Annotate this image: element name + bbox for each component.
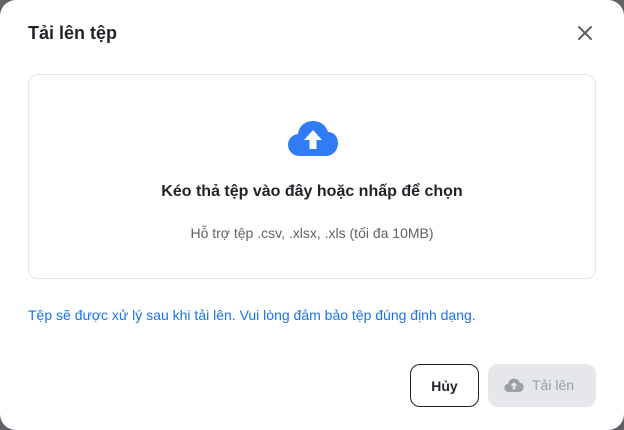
upload-button-label: Tải lên [532, 377, 575, 393]
file-dropzone[interactable]: Kéo thả tệp vào đây hoặc nhấp để chọn Hỗ… [28, 74, 596, 279]
processing-note: Tệp sẽ được xử lý sau khi tải lên. Vui l… [28, 307, 476, 323]
upload-dialog: Tải lên tệp Kéo thả tệp vào đây hoặc nhấ… [0, 0, 624, 430]
cancel-button[interactable]: Hủy [410, 364, 479, 407]
dropzone-title: Kéo thả tệp vào đây hoặc nhấp để chọn [161, 183, 463, 200]
close-button[interactable] [574, 22, 596, 44]
dialog-title: Tải lên tệp [28, 23, 118, 43]
cloud-upload-icon [288, 121, 338, 156]
close-icon [578, 26, 592, 40]
upload-button[interactable]: Tải lên [488, 364, 596, 407]
dialog-header: Tải lên tệp [28, 22, 596, 44]
cloud-upload-icon [504, 378, 524, 393]
dropzone-subtitle: Hỗ trợ tệp .csv, .xlsx, .xls (tối đa 10M… [190, 225, 434, 241]
